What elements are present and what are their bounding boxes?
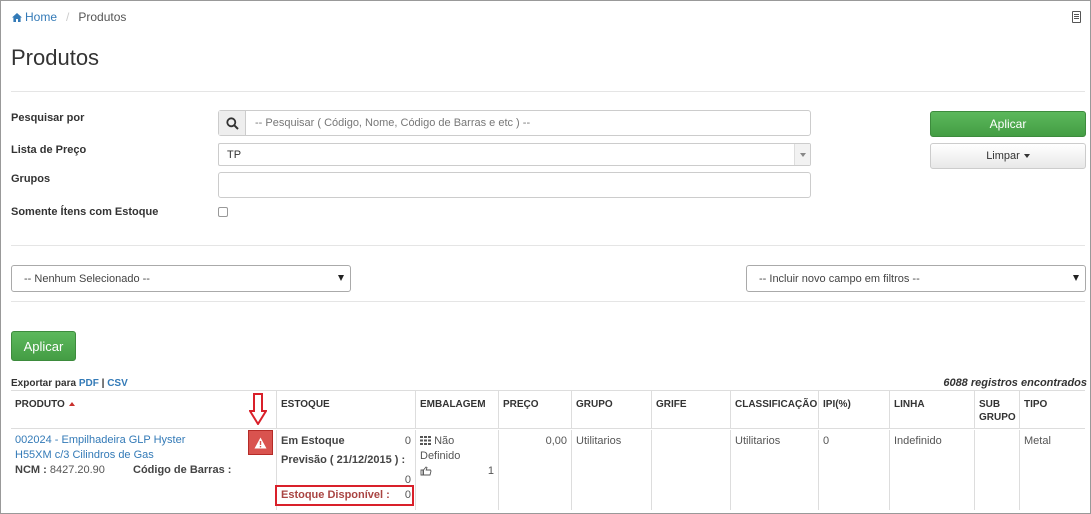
in-stock-value: 0: [404, 435, 411, 447]
cell-grupo: Utilitarios: [571, 430, 651, 510]
column-header-grupo[interactable]: GRUPO: [571, 391, 651, 428]
groups-label: Grupos: [11, 173, 51, 185]
cell-preco: 0,00: [498, 430, 571, 510]
product-link[interactable]: 002024 - Empilhadeira GLP Hyster H55XM c…: [15, 433, 276, 463]
price-list-arrow: [794, 144, 810, 165]
price-list-value: TP: [227, 148, 242, 161]
divider: [11, 301, 1085, 302]
column-header-subgrupo-line2: GRUPO: [979, 412, 1016, 423]
column-header-preco[interactable]: PREÇO: [498, 391, 571, 428]
search-input[interactable]: [246, 111, 810, 135]
cell-embalagem: Não Definido 1: [415, 430, 498, 510]
search-label: Pesquisar por: [11, 112, 85, 124]
column-header-classificacao[interactable]: CLASSIFICAÇÃO: [730, 391, 818, 428]
stock-warning-button[interactable]: [248, 430, 273, 455]
groups-input[interactable]: [218, 172, 811, 198]
column-header-produto-label: PRODUTO: [15, 399, 65, 410]
export-separator: |: [101, 378, 105, 389]
ncm-value: 8427.20.90: [49, 464, 105, 476]
warning-icon: [254, 437, 267, 448]
forecast-label: Previsão ( 21/12/2015 ) :: [281, 454, 406, 466]
none-selected-label: -- Nenhum Selecionado --: [24, 272, 150, 285]
cell-produto: 002024 - Empilhadeira GLP Hyster H55XM c…: [11, 430, 276, 510]
none-selected-dropdown[interactable]: -- Nenhum Selecionado --: [11, 265, 351, 292]
cell-classificacao: Utilitarios: [730, 430, 818, 510]
stock-only-checkbox[interactable]: [218, 207, 228, 217]
dropdown-arrow-icon: [1073, 275, 1079, 281]
caret-down-icon: [1023, 154, 1030, 158]
clear-button[interactable]: Limpar: [930, 143, 1086, 169]
column-header-estoque[interactable]: ESTOQUE: [276, 391, 415, 428]
breadcrumb: Home / Produtos: [12, 10, 126, 24]
export-pdf-link[interactable]: PDF: [79, 378, 99, 389]
annotation-arrow-down-icon: [249, 393, 267, 425]
records-found: 6088 registros encontrados: [943, 377, 1087, 389]
page-title: Produtos: [11, 45, 100, 70]
stock-only-label: Somente Ítens com Estoque: [11, 206, 159, 218]
table-header-row: PRODUTO ESTOQUE EMBALAGEM PREÇO GRUPO GR…: [11, 390, 1085, 429]
ncm-label: NCM :: [15, 464, 47, 476]
export-prefix: Exportar para: [11, 378, 77, 389]
column-header-ipi[interactable]: IPI(%): [818, 391, 889, 428]
packaging-value-line1: Não: [434, 435, 455, 447]
product-name-line1: 002024 - Empilhadeira GLP Hyster: [15, 434, 186, 446]
print-icon[interactable]: [1072, 11, 1081, 23]
home-icon: [12, 13, 22, 22]
breadcrumb-home-label: Home: [25, 10, 58, 24]
cell-subgrupo: [974, 430, 1019, 510]
apply-button-top[interactable]: Aplicar: [930, 111, 1086, 137]
ncm-row: NCM : 8427.20.90: [15, 463, 105, 478]
column-header-subgrupo[interactable]: SUB GRUPO: [974, 391, 1019, 428]
column-header-produto[interactable]: PRODUTO: [11, 391, 276, 428]
cell-grife: [651, 430, 730, 510]
column-header-tipo[interactable]: TIPO: [1019, 391, 1085, 428]
search-button[interactable]: [219, 111, 246, 135]
divider: [11, 245, 1085, 246]
packaging-value-line2: Definido: [420, 450, 461, 462]
add-filter-field-label: -- Incluir novo campo em filtros --: [759, 272, 920, 285]
search-group: [218, 110, 811, 136]
divider: [11, 91, 1085, 92]
cell-ipi: 0: [818, 430, 889, 510]
packaging-line1: Não: [420, 434, 498, 449]
barcode-label: Código de Barras :: [133, 464, 232, 476]
breadcrumb-home-link[interactable]: Home: [12, 10, 57, 24]
apply-button-main[interactable]: Aplicar: [11, 331, 76, 361]
column-header-embalagem[interactable]: EMBALAGEM: [415, 391, 498, 428]
breadcrumb-current: Produtos: [78, 10, 127, 24]
cell-linha: Indefinido: [889, 430, 974, 510]
column-header-grife[interactable]: GRIFE: [651, 391, 730, 428]
dropdown-arrow-icon: [338, 275, 344, 281]
cell-tipo: Metal: [1019, 430, 1085, 510]
clear-button-label: Limpar: [986, 150, 1020, 162]
in-stock-label: Em Estoque: [281, 435, 345, 447]
breadcrumb-separator: /: [66, 10, 70, 24]
price-list-select[interactable]: TP: [218, 143, 811, 166]
grid-icon: [420, 436, 431, 445]
chevron-down-icon: [799, 152, 806, 157]
column-header-linha[interactable]: LINHA: [889, 391, 974, 428]
column-header-subgrupo-line1: SUB: [979, 399, 1001, 410]
price-list-label: Lista de Preço: [11, 144, 87, 156]
product-name-line2: H55XM c/3 Cilindros de Gas: [15, 449, 154, 461]
search-icon: [225, 116, 239, 130]
sort-ascending-icon: [68, 402, 75, 406]
export-bar: Exportar para PDF | CSV: [11, 378, 128, 389]
add-filter-field-dropdown[interactable]: -- Incluir novo campo em filtros --: [746, 265, 1086, 292]
annotation-highlight-box: [275, 485, 414, 506]
packaging-quantity: 1: [487, 465, 494, 477]
pointer-hand-icon: [420, 466, 432, 481]
export-csv-link[interactable]: CSV: [107, 378, 128, 389]
